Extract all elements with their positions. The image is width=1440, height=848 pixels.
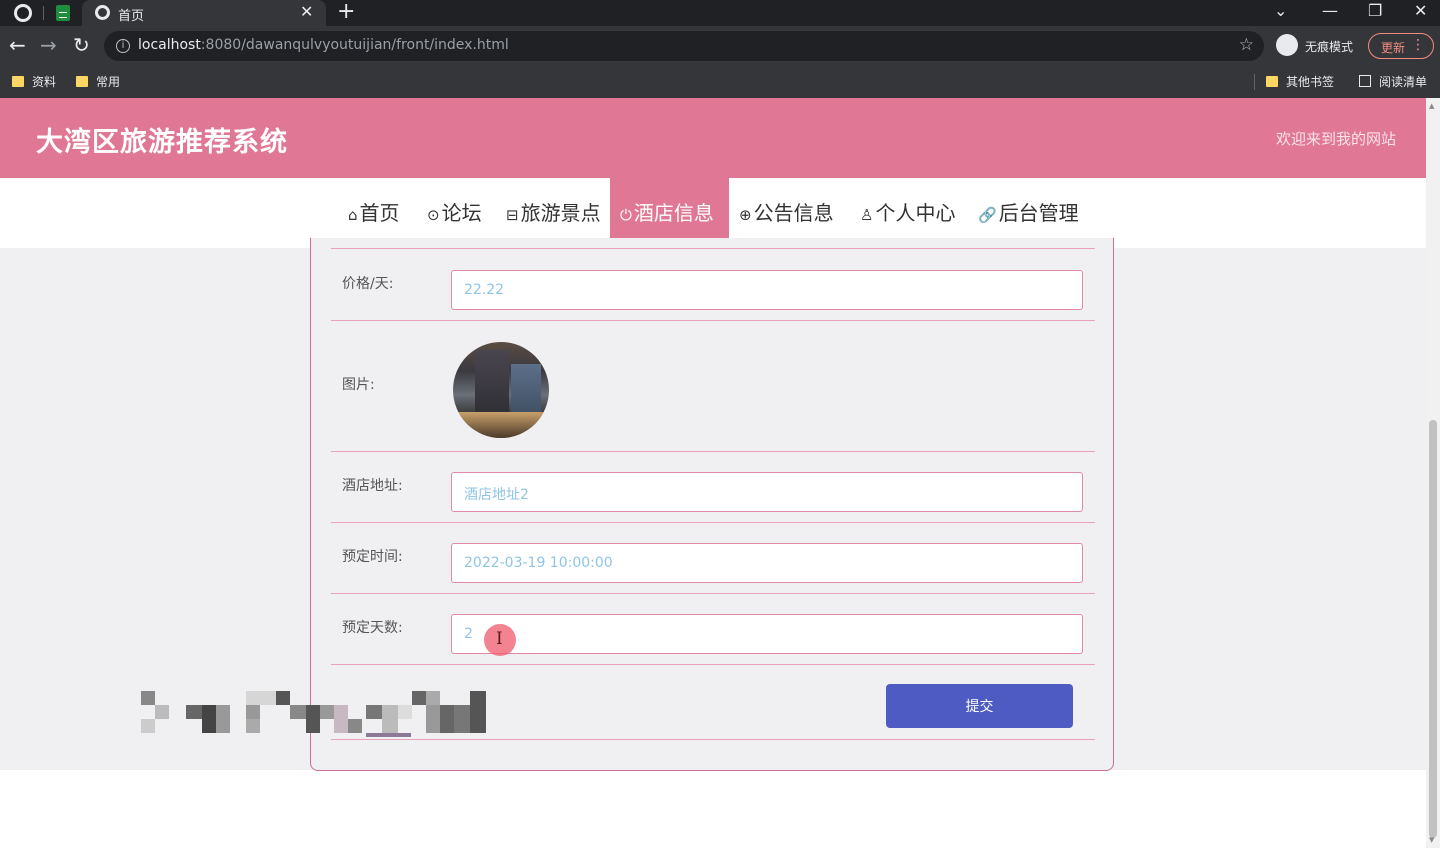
site-header: 大湾区旅游推荐系统 欢迎来到我的网站 — [0, 98, 1426, 178]
window-close-button[interactable]: ✕ — [1414, 1, 1427, 20]
sheets-tab-icon[interactable] — [56, 5, 70, 21]
back-button[interactable]: ← — [9, 34, 26, 56]
text-cursor-icon: I — [496, 629, 503, 649]
price-input[interactable]: 22.22 — [451, 270, 1083, 310]
globe-icon — [95, 5, 110, 20]
scroll-up-icon[interactable]: ▲ — [1429, 102, 1434, 110]
booking-days-label: 预定天数: — [342, 620, 403, 636]
row-divider — [331, 664, 1095, 665]
bookmark-folder-ziliao[interactable]: 资料 — [12, 73, 56, 90]
site-title: 大湾区旅游推荐系统 — [36, 127, 288, 158]
tab-separator — [43, 6, 44, 20]
booking-time-input[interactable]: 2022-03-19 10:00:00 — [451, 543, 1083, 583]
hotel-image — [453, 342, 549, 438]
power-icon: ⏻ — [620, 206, 632, 224]
address-label: 酒店地址: — [342, 478, 403, 494]
page-viewport: 大湾区旅游推荐系统 欢迎来到我的网站 ⌂ 首页 ⊙ 论坛 ⊟ 旅游景点 ⏻ 酒店信息 ⊕… — [0, 98, 1440, 848]
bookmark-folder-other[interactable]: 其他书签 — [1266, 73, 1334, 90]
scrollbar-thumb[interactable] — [1429, 420, 1437, 838]
browser-tabstrip: 首页 ✕ + ⌄ — ❐ ✕ — [0, 0, 1440, 26]
link-icon: 🔗 — [978, 206, 997, 224]
incognito-label[interactable]: 无痕模式 — [1305, 38, 1353, 55]
image-label: 图片: — [342, 377, 375, 393]
globe-icon: ⊕ — [739, 206, 752, 224]
folder-icon — [76, 76, 88, 87]
browser-toolbar: ← → ↻ i localhost:8080/dawanqulvyoutuiji… — [0, 26, 1440, 66]
page-footer-area — [0, 770, 1426, 848]
row-divider — [331, 522, 1095, 523]
restore-button[interactable]: ❐ — [1368, 1, 1382, 20]
price-label: 价格/天: — [342, 276, 394, 292]
address-bar[interactable]: i localhost:8080/dawanqulvyoutuijian/fro… — [104, 31, 1264, 61]
booking-days-input[interactable]: 2 — [451, 614, 1083, 654]
row-divider — [331, 593, 1095, 594]
tab-search-icon[interactable]: ⌄ — [1274, 1, 1287, 20]
forward-button[interactable]: → — [40, 34, 57, 56]
browser-tab-active[interactable]: 首页 ✕ — [82, 0, 326, 26]
pixelated-overlay — [141, 691, 486, 739]
scroll-down-icon[interactable]: ▼ — [1429, 836, 1434, 844]
incognito-avatar-icon[interactable] — [1276, 34, 1298, 56]
folder-icon — [1266, 76, 1278, 87]
reload-button[interactable]: ↻ — [73, 34, 90, 56]
row-divider — [331, 739, 1095, 740]
tab-title: 首页 — [118, 9, 145, 24]
user-icon: ♙ — [860, 206, 874, 224]
bookmarks-bar: 资料 常用 其他书签 阅读清单 — [0, 66, 1440, 98]
kebab-menu-icon[interactable]: ⋮ — [1411, 37, 1425, 53]
bookmark-folder-changyong[interactable]: 常用 — [76, 73, 120, 90]
address-input[interactable]: 酒店地址2 — [451, 472, 1083, 512]
new-tab-button[interactable]: + — [337, 0, 355, 24]
cube-icon: ⊙ — [427, 206, 440, 224]
bookmark-star-icon[interactable]: ☆ — [1239, 35, 1254, 55]
reading-list-icon — [1359, 75, 1371, 87]
url-text[interactable]: localhost:8080/dawanqulvyoutuijian/front… — [138, 37, 509, 53]
row-divider — [331, 320, 1095, 321]
row-divider — [331, 248, 1095, 249]
submit-button[interactable]: 提交 — [886, 684, 1073, 728]
info-icon[interactable]: i — [116, 39, 130, 53]
row-divider — [331, 451, 1095, 452]
home-icon: ⌂ — [348, 206, 358, 224]
bookmark-separator — [1254, 74, 1255, 90]
minimize-button[interactable]: — — [1322, 1, 1338, 20]
browser-globe-icon[interactable] — [14, 4, 32, 22]
page-scrollbar[interactable]: ▲ ▼ — [1426, 98, 1440, 848]
booking-time-label: 预定时间: — [342, 549, 403, 565]
update-button[interactable]: 更新 ⋮ — [1368, 33, 1434, 59]
welcome-text: 欢迎来到我的网站 — [1275, 130, 1396, 148]
folder-icon — [12, 76, 24, 87]
close-icon[interactable]: ✕ — [300, 2, 313, 21]
attractions-icon: ⊟ — [506, 206, 519, 224]
reading-list[interactable]: 阅读清单 — [1359, 73, 1427, 90]
